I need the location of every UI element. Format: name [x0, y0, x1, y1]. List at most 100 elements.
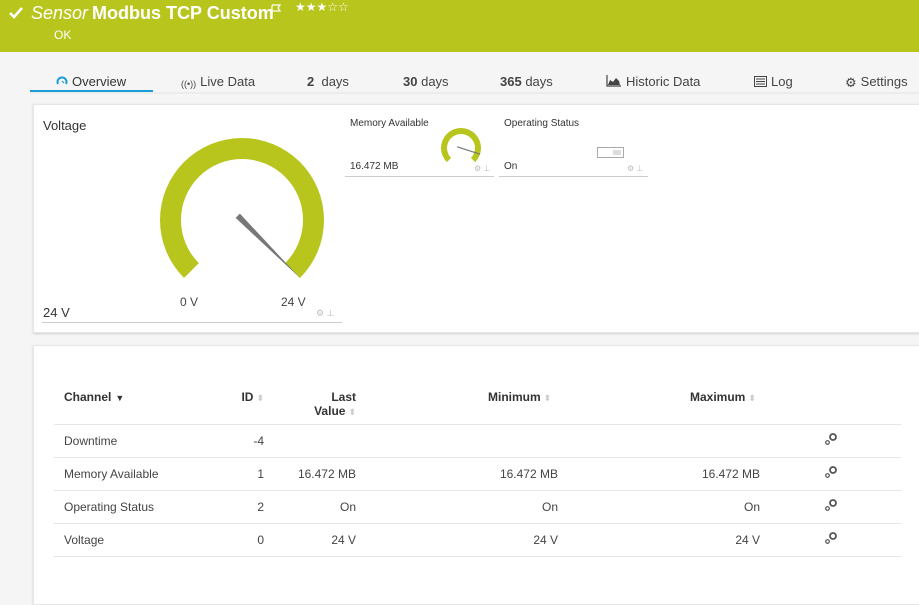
table-row[interactable]: Voltage 0 24 V 24 V 24 V — [54, 523, 901, 557]
tab-log[interactable]: Log — [754, 74, 793, 89]
table-row[interactable]: Downtime -4 — [54, 424, 901, 458]
log-list-icon — [754, 76, 767, 87]
cell-minimum: On — [366, 490, 568, 524]
cell-id: -4 — [194, 424, 274, 458]
tab-settings-label: Settings — [860, 74, 908, 89]
cell-last-value: 16.472 MB — [274, 457, 366, 491]
sort-icon: ⬍ — [256, 393, 264, 403]
cell-maximum: On — [568, 490, 770, 524]
priority-stars[interactable]: ★★★☆☆ — [295, 0, 349, 14]
col-last-value[interactable]: Last Value ⬍ — [274, 386, 366, 425]
tab-2-days-label: days — [321, 74, 349, 89]
channel-settings-icon[interactable] — [824, 498, 838, 512]
operating-status-value: On — [504, 161, 518, 172]
gear-icon[interactable]: ⚙ — [627, 164, 634, 173]
tab-live-data-label: Live Data — [200, 74, 256, 89]
tab-365-days[interactable]: 365 days — [500, 74, 553, 89]
cell-last-value: 24 V — [274, 523, 366, 557]
pin-icon[interactable]: ⊥ — [327, 308, 335, 318]
cell-actions — [770, 424, 901, 458]
cell-last-value: On — [274, 490, 366, 524]
table-header-row: Channel ▼ ID ⬍ Last Value ⬍ Minimum ⬍ Maximum… — [54, 386, 901, 425]
col-channel[interactable]: Channel ▼ — [54, 386, 194, 425]
cell-id: 0 — [194, 523, 274, 557]
memory-gauge-value: 16.472 MB — [350, 161, 399, 172]
memory-gauge-arc — [441, 128, 481, 163]
sort-icon: ⬍ — [543, 393, 552, 403]
sensor-header: Sensor Modbus TCP Custom ★★★☆☆ OK — [0, 0, 919, 52]
col-maximum[interactable]: Maximum ⬍ — [568, 386, 770, 425]
cell-id: 1 — [194, 457, 274, 491]
tab-2-days[interactable]: 2 days — [307, 74, 349, 89]
pin-icon[interactable]: ⊥ — [636, 164, 643, 173]
area-chart-icon — [606, 75, 621, 87]
col-maximum-label: Maximum — [690, 390, 746, 404]
voltage-gauge-value: 24 V — [43, 305, 70, 320]
operating-status-divider — [499, 176, 648, 177]
switch-knob — [613, 150, 621, 155]
cell-maximum: 16.472 MB — [568, 457, 770, 491]
cell-minimum: 24 V — [366, 523, 568, 557]
cell-last-value — [274, 424, 366, 458]
operating-status-title: Operating Status — [504, 118, 580, 129]
voltage-gauge-tools: ⚙ ⊥ — [316, 308, 334, 319]
cell-actions — [770, 490, 901, 524]
channels-panel: Channel ▼ ID ⬍ Last Value ⬍ Minimum ⬍ Maximum… — [33, 345, 919, 605]
tab-overview[interactable]: Overview — [56, 74, 126, 89]
tab-live-data[interactable]: ((•)) Live Data — [181, 74, 255, 89]
voltage-gauge-needle — [235, 213, 300, 278]
gear-icon: ⚙ — [845, 75, 857, 90]
sort-icon: ⬍ — [748, 393, 756, 403]
operating-status-switch — [597, 147, 624, 158]
voltage-gauge-divider — [42, 322, 342, 323]
cell-channel: Downtime — [54, 424, 194, 458]
tab-historic-data[interactable]: Historic Data — [606, 74, 700, 89]
cell-channel: Voltage — [54, 523, 194, 557]
tab-historic-data-label: Historic Data — [626, 74, 701, 89]
cell-actions — [770, 523, 901, 557]
tab-bar: Overview ((•)) Live Data 2 days 30 days 3… — [30, 70, 919, 94]
memory-gauge-divider — [345, 176, 494, 177]
gear-icon[interactable]: ⚙ — [474, 164, 481, 173]
tab-30-days[interactable]: 30 days — [403, 74, 449, 89]
cell-actions — [770, 457, 901, 491]
tab-2-days-number: 2 — [307, 74, 315, 89]
check-icon — [9, 7, 23, 19]
gauge-icon — [56, 76, 68, 85]
voltage-gauge-min: 0 V — [180, 295, 199, 309]
channel-settings-icon[interactable] — [824, 465, 838, 479]
tab-365-days-label: days — [525, 74, 553, 89]
tab-30-days-number: 30 — [403, 74, 418, 89]
gear-icon[interactable]: ⚙ — [316, 308, 324, 318]
tab-365-days-number: 365 — [500, 74, 522, 89]
col-id[interactable]: ID ⬍ — [194, 386, 274, 425]
flag-icon[interactable] — [270, 4, 282, 16]
memory-gauge-title: Memory Available — [350, 118, 429, 129]
col-minimum[interactable]: Minimum ⬍ — [366, 386, 568, 425]
pin-icon[interactable]: ⊥ — [483, 164, 490, 173]
cell-channel: Operating Status — [54, 490, 194, 524]
status-text: OK — [54, 28, 72, 42]
operating-status-tools: ⚙ ⊥ — [627, 164, 643, 173]
sort-desc-icon: ▼ — [115, 393, 125, 403]
tab-30-days-label: days — [421, 74, 449, 89]
tab-settings[interactable]: ⚙ Settings — [845, 74, 908, 91]
cell-maximum — [568, 424, 770, 458]
sensor-name: Modbus TCP Custom — [92, 3, 274, 23]
col-channel-label: Channel — [64, 390, 112, 404]
channel-settings-icon[interactable] — [824, 531, 838, 545]
col-id-label: ID — [241, 390, 254, 404]
channel-settings-icon[interactable] — [824, 432, 838, 446]
col-actions — [770, 386, 901, 425]
voltage-gauge-max: 24 V — [281, 295, 306, 309]
table-row[interactable]: Operating Status 2 On On On — [54, 490, 901, 524]
table-row[interactable]: Memory Available 1 16.472 MB 16.472 MB 16.47… — [54, 457, 901, 491]
cell-id: 2 — [194, 490, 274, 524]
col-last-value-label-2: Value — [314, 404, 346, 418]
voltage-gauge — [160, 138, 324, 278]
voltage-gauge-arc — [160, 138, 324, 278]
col-last-value-label-1: Last — [331, 390, 356, 404]
memory-gauge — [441, 128, 481, 163]
sort-icon: ⬍ — [348, 407, 356, 417]
cell-maximum: 24 V — [568, 523, 770, 557]
